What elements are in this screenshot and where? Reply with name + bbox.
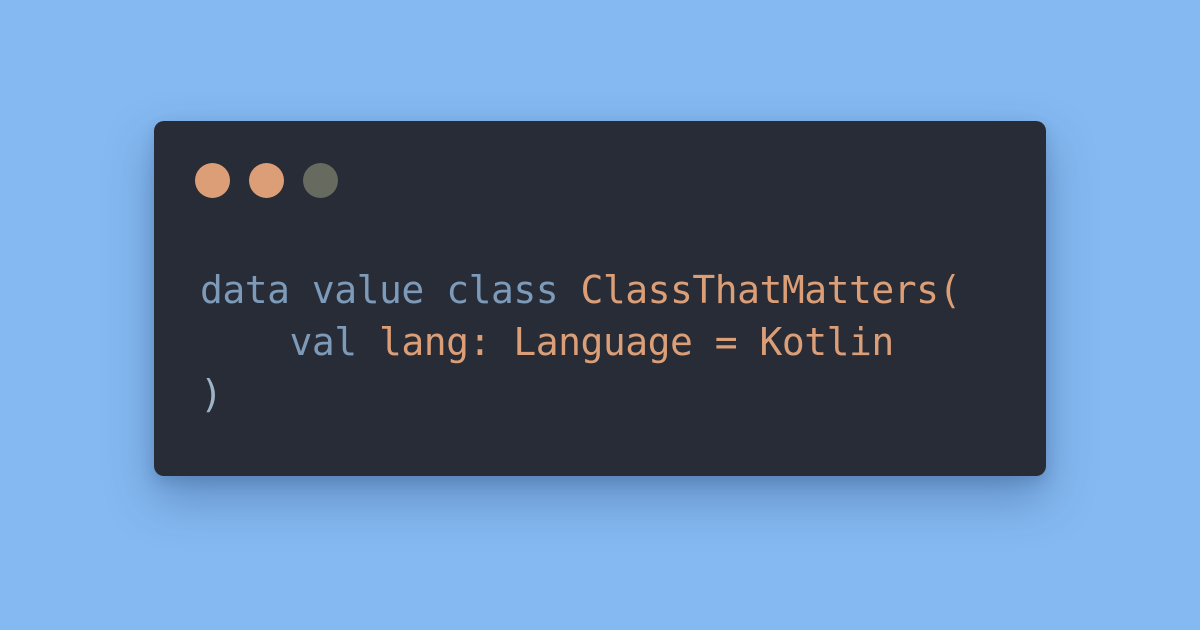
code-line-1: data value class ClassThatMatters( — [200, 264, 961, 316]
keyword-data: data — [200, 268, 290, 312]
open-paren: ( — [938, 268, 962, 312]
minimize-dot-icon[interactable] — [249, 163, 284, 198]
window-controls — [195, 163, 338, 199]
default-value: Kotlin — [759, 320, 895, 364]
close-dot-icon[interactable] — [195, 163, 230, 198]
class-name: ClassThatMatters — [580, 268, 939, 312]
keyword-value: value — [311, 268, 424, 312]
param-name: lang: — [379, 320, 491, 364]
equals-sign: = — [714, 320, 738, 364]
code-snippet: data value class ClassThatMatters( val l… — [200, 264, 961, 420]
keyword-class: class — [446, 268, 559, 312]
type-name: Language — [513, 320, 693, 364]
maximize-dot-icon[interactable] — [303, 163, 338, 198]
close-paren: ) — [200, 372, 223, 416]
code-line-3: ) — [200, 368, 961, 420]
keyword-val: val — [289, 320, 358, 364]
code-line-2: val lang: Language = Kotlin — [200, 316, 961, 368]
